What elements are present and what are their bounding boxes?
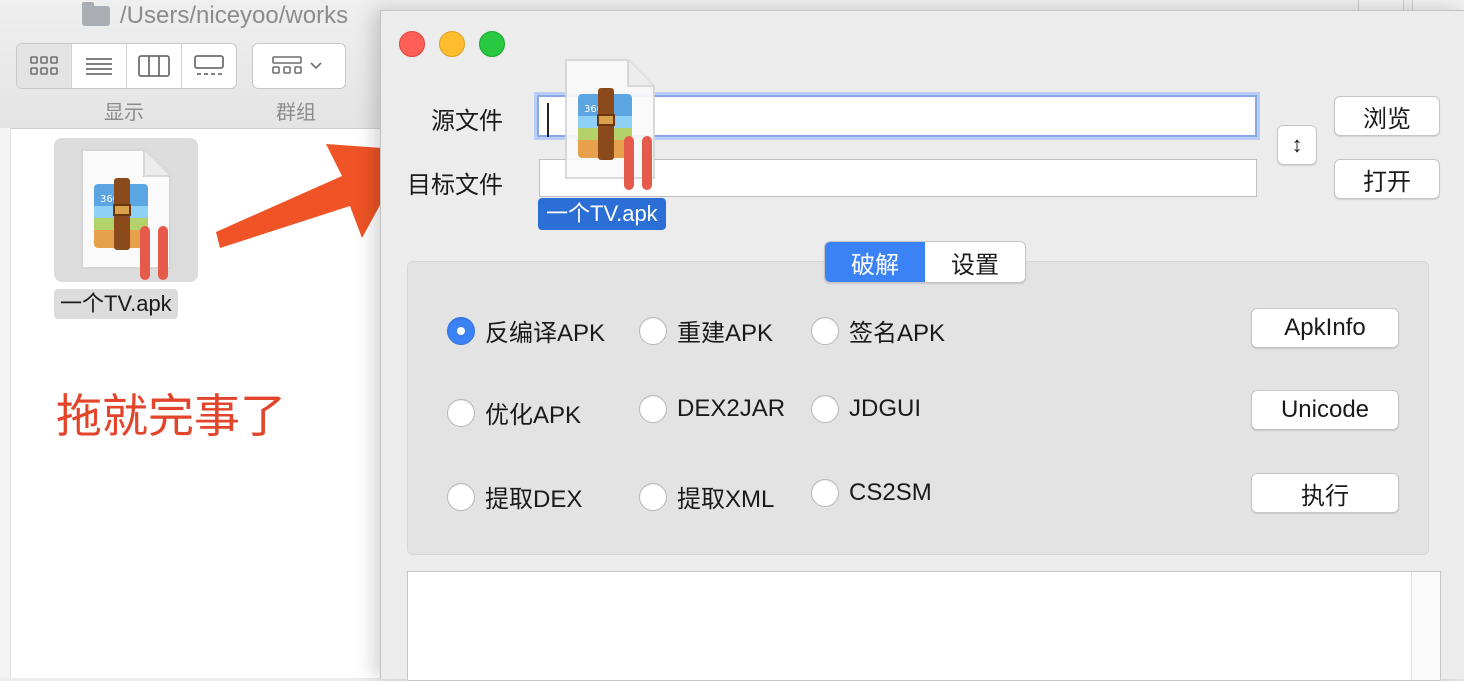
radio-cs2sm[interactable]: CS2SM bbox=[811, 479, 932, 507]
radio-label: 重建APK bbox=[677, 320, 774, 347]
radio-label: 反编译APK bbox=[485, 320, 606, 347]
list-view-icon[interactable] bbox=[72, 44, 127, 88]
output-log-area[interactable] bbox=[407, 571, 1441, 681]
radio-sign-apk[interactable]: 签名APK bbox=[811, 313, 945, 348]
radio-label: JDGUI bbox=[849, 395, 921, 422]
radio-rebuild-apk[interactable]: 重建APK bbox=[639, 313, 773, 348]
swap-paths-button[interactable]: ↕ bbox=[1277, 125, 1317, 165]
open-button[interactable]: 打开 bbox=[1334, 159, 1440, 199]
group-icon[interactable] bbox=[253, 44, 345, 88]
close-window-button[interactable] bbox=[399, 31, 425, 57]
minimize-window-button[interactable] bbox=[439, 31, 465, 57]
radio-jdgui[interactable]: JDGUI bbox=[811, 395, 921, 423]
radio-label: DEX2JAR bbox=[677, 395, 786, 422]
finder-sidebar-edge bbox=[0, 128, 11, 678]
group-by-control[interactable] bbox=[252, 43, 346, 89]
finder-path: /Users/niceyoo/works bbox=[120, 2, 349, 29]
radio-selected-indicator[interactable] bbox=[447, 316, 475, 345]
file-name-label[interactable]: 一个TV.apk bbox=[54, 289, 178, 319]
source-file-label: 源文件 bbox=[431, 108, 503, 135]
radio-extract-xml[interactable]: 提取XML bbox=[639, 479, 774, 514]
apkinfo-button[interactable]: ApkInfo bbox=[1251, 308, 1399, 348]
target-file-label: 目标文件 bbox=[407, 172, 503, 199]
radio-optimize-apk[interactable]: 优化APK bbox=[447, 395, 581, 430]
gallery-view-icon[interactable] bbox=[182, 44, 236, 88]
icon-view-icon[interactable] bbox=[17, 44, 72, 88]
radio-indicator[interactable] bbox=[811, 316, 839, 345]
radio-label: 提取DEX bbox=[485, 486, 583, 513]
dragged-file-label: 一个TV.apk bbox=[538, 198, 666, 230]
dragged-apk-icon: 360 bbox=[564, 58, 656, 190]
swap-arrows-icon: ↕ bbox=[1291, 132, 1303, 157]
radio-decompile-apk[interactable]: 反编译APK bbox=[447, 313, 605, 348]
unicode-button[interactable]: Unicode bbox=[1251, 390, 1399, 430]
tab-bar: 破解 设置 bbox=[824, 241, 1026, 283]
output-scrollbar[interactable] bbox=[1411, 572, 1440, 680]
radio-indicator[interactable] bbox=[447, 482, 475, 511]
apk-file-icon: 360 bbox=[80, 148, 172, 280]
radio-indicator[interactable] bbox=[811, 395, 839, 423]
radio-label: 签名APK bbox=[849, 320, 946, 347]
radio-indicator[interactable] bbox=[639, 395, 667, 423]
tab-crack[interactable]: 破解 bbox=[825, 242, 925, 282]
file-item-selected[interactable]: 360 bbox=[54, 138, 198, 282]
column-view-icon[interactable] bbox=[127, 44, 182, 88]
radio-indicator[interactable] bbox=[447, 398, 475, 427]
radio-indicator[interactable] bbox=[639, 482, 667, 511]
display-label: 显示 bbox=[104, 102, 144, 124]
radio-dex2jar[interactable]: DEX2JAR bbox=[639, 395, 785, 423]
radio-indicator[interactable] bbox=[639, 316, 667, 345]
radio-indicator[interactable] bbox=[811, 479, 839, 507]
radio-label: 提取XML bbox=[677, 486, 775, 513]
view-mode-control[interactable] bbox=[16, 43, 237, 89]
radio-label: CS2SM bbox=[849, 479, 932, 506]
zoom-window-button[interactable] bbox=[479, 31, 505, 57]
tab-settings[interactable]: 设置 bbox=[925, 242, 1025, 282]
apk-tool-window: 源文件 目标文件 ↕ 浏览 打开 破解 设置 反编译APK 重建APK 签名AP… bbox=[380, 10, 1464, 681]
execute-button[interactable]: 执行 bbox=[1251, 473, 1399, 513]
text-caret bbox=[547, 103, 549, 137]
annotation-text: 拖就完事了 bbox=[56, 390, 286, 442]
radio-extract-dex[interactable]: 提取DEX bbox=[447, 479, 582, 514]
radio-label: 优化APK bbox=[485, 402, 582, 429]
browse-button[interactable]: 浏览 bbox=[1334, 96, 1440, 136]
